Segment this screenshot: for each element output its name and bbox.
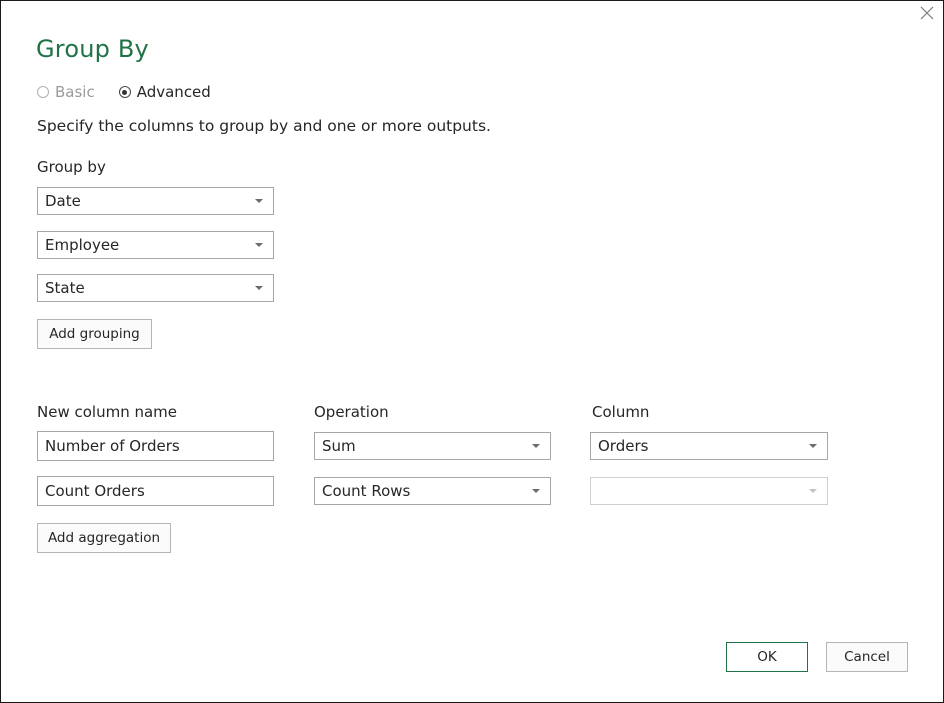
radio-checked-icon: [118, 86, 131, 98]
column-header: Column: [592, 403, 650, 421]
group-by-label: Group by: [37, 158, 106, 176]
chevron-down-icon: [809, 489, 817, 493]
mode-radio-group: Basic Advanced: [37, 83, 235, 101]
add-grouping-button[interactable]: Add grouping: [37, 319, 152, 349]
basic-radio[interactable]: Basic: [37, 83, 95, 101]
chevron-down-icon: [809, 444, 817, 448]
advanced-radio-label: Advanced: [136, 83, 211, 101]
operation-header: Operation: [314, 403, 389, 421]
new-column-name-input-1[interactable]: Number of Orders: [37, 431, 274, 461]
new-column-name-input-2[interactable]: Count Orders: [37, 476, 274, 506]
chevron-down-icon: [255, 199, 263, 203]
operation-select-1[interactable]: Sum: [314, 432, 551, 460]
advanced-radio[interactable]: Advanced: [118, 83, 211, 101]
radio-unchecked-icon: [37, 86, 49, 98]
dialog-title: Group By: [36, 35, 149, 63]
group-by-select-1-value: Date: [45, 192, 81, 210]
group-by-select-1[interactable]: Date: [37, 187, 274, 215]
add-aggregation-button[interactable]: Add aggregation: [37, 523, 171, 553]
close-button[interactable]: [917, 3, 937, 23]
group-by-select-2[interactable]: Employee: [37, 231, 274, 259]
column-select-1[interactable]: Orders: [590, 432, 828, 460]
new-column-name-input-2-value: Count Orders: [45, 482, 145, 500]
group-by-select-3-value: State: [45, 279, 85, 297]
chevron-down-icon: [532, 444, 540, 448]
operation-select-2[interactable]: Count Rows: [314, 477, 551, 505]
cancel-button[interactable]: Cancel: [826, 642, 908, 672]
column-select-1-value: Orders: [598, 437, 649, 455]
close-icon: [920, 6, 934, 20]
basic-radio-label: Basic: [55, 83, 95, 101]
chevron-down-icon: [255, 286, 263, 290]
operation-select-2-value: Count Rows: [322, 482, 411, 500]
operation-select-1-value: Sum: [322, 437, 356, 455]
chevron-down-icon: [255, 243, 263, 247]
group-by-dialog: Group By Basic Advanced Specify the colu…: [0, 0, 944, 703]
dialog-description: Specify the columns to group by and one …: [37, 117, 491, 135]
column-select-2: [590, 477, 828, 505]
group-by-select-2-value: Employee: [45, 236, 120, 254]
group-by-select-3[interactable]: State: [37, 274, 274, 302]
new-column-name-header: New column name: [37, 403, 178, 421]
chevron-down-icon: [532, 489, 540, 493]
ok-button[interactable]: OK: [726, 642, 808, 672]
new-column-name-input-1-value: Number of Orders: [45, 437, 180, 455]
